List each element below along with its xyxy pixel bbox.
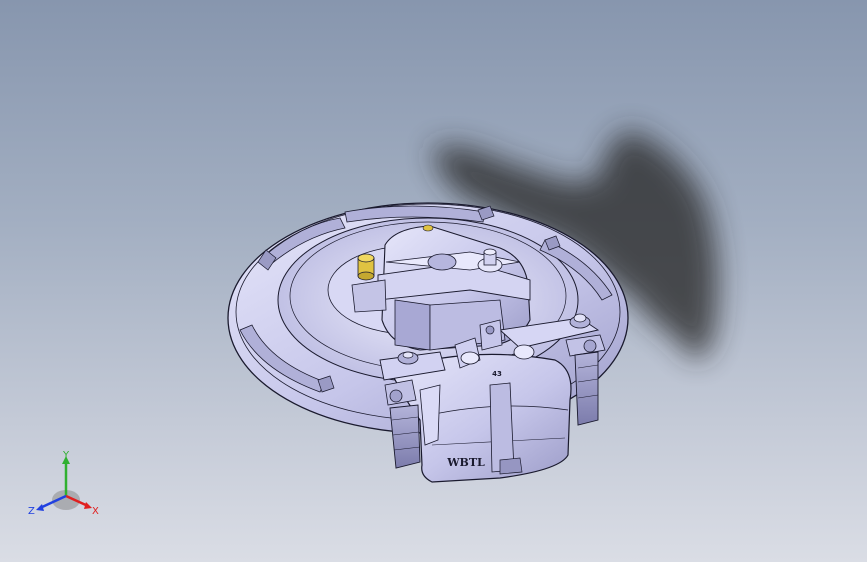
x-axis-label: X [92,506,99,517]
graphics-viewport[interactable]: WBTL 43 Y X Z [0,0,867,562]
z-axis-label: Z [28,506,35,517]
housing-marking: WBTL [446,456,485,469]
model-scene[interactable]: WBTL 43 [0,0,867,562]
small-marking: 43 [492,370,502,378]
y-axis-label: Y [62,450,70,461]
reference-triad: Y X Z [28,450,99,517]
